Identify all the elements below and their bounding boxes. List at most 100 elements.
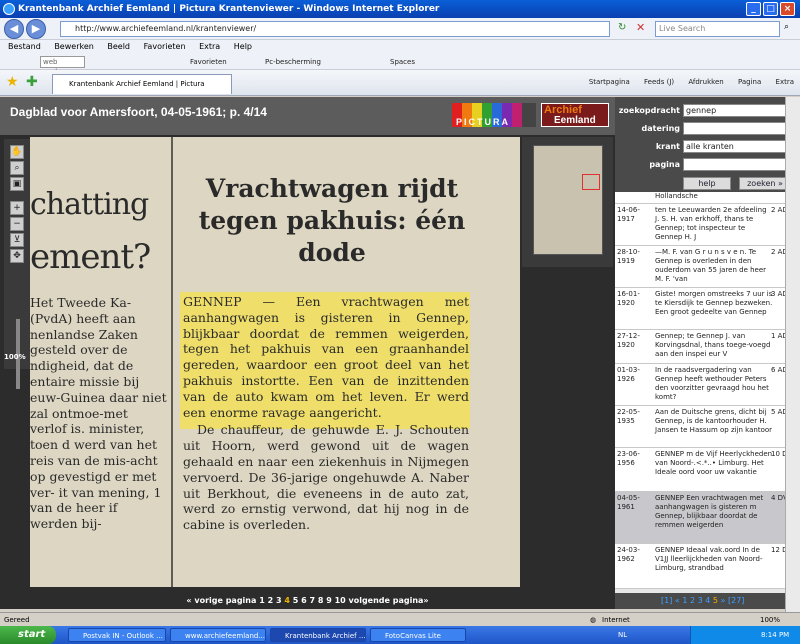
result-row[interactable]: Hollandsche	[615, 192, 800, 204]
results-last[interactable]: [27]	[728, 596, 744, 605]
article-highlight-text: GENNEP — Een vrachtwagen met aanhangwage…	[183, 294, 469, 420]
task-browser[interactable]: www.archiefeemland....	[170, 628, 266, 642]
result-text: Hollandsche	[655, 192, 698, 200]
result-row[interactable]: 01-03-1926 In de raadsvergadering van Gen…	[615, 364, 800, 406]
move-icon[interactable]: ✥	[10, 249, 24, 263]
back-button[interactable]: ◀	[4, 19, 24, 39]
command-bar: Startpagina Feeds (J) Afdrukken Pagina E…	[577, 74, 794, 90]
zoom-icon[interactable]: ⌕	[10, 161, 24, 175]
thumbnail-viewport-marker[interactable]	[582, 174, 600, 190]
links-pc-protection[interactable]: Pc-bescherming	[265, 54, 321, 70]
zoom-out-icon[interactable]: −	[10, 217, 24, 231]
results-page-4[interactable]: 4	[705, 596, 710, 605]
result-text: Gennep; te Gennep J. van Korvingsdnal, t…	[655, 332, 771, 358]
results-prev[interactable]: «	[675, 596, 680, 605]
date-input[interactable]	[683, 122, 794, 135]
result-text: In de raadsvergadering van Gennep heeft …	[655, 366, 769, 401]
web-search-input[interactable]: web zoeken	[40, 56, 85, 76]
cmd-page[interactable]: Pagina	[738, 78, 761, 86]
tab-krantenbank[interactable]: Krantenbank Archief Eemland | Pictura Kr…	[52, 74, 232, 107]
results-page-2[interactable]: 2	[690, 596, 695, 605]
result-row[interactable]: 28-10-1919 —M. F. van G r u n s v e n. Te…	[615, 246, 800, 288]
query-input[interactable]: gennep	[683, 104, 794, 117]
task-krantenbank[interactable]: Krantenbank Archief ...	[270, 628, 366, 642]
menu-beeld[interactable]: Beeld	[107, 42, 130, 51]
archief-eemland-logo[interactable]: Archief Eemland	[541, 103, 609, 127]
results-first[interactable]: [1]	[661, 596, 672, 605]
status-zoom[interactable]: 100%	[760, 613, 780, 627]
window-titlebar: Krantenbank Archief Eemland | Pictura Kr…	[0, 0, 800, 18]
start-button[interactable]: start	[0, 626, 56, 644]
live-search-input[interactable]: Live Search	[655, 21, 780, 37]
task-outlook[interactable]: Postvak IN - Outlook ...	[68, 628, 166, 642]
result-row[interactable]: 14-06-1917 ten te Leeuwarden 2e afdeeling…	[615, 204, 800, 246]
favorites-star-icon[interactable]: ★	[6, 74, 19, 90]
menu-bestand[interactable]: Bestand	[8, 42, 41, 51]
menu-extra[interactable]: Extra	[199, 42, 220, 51]
task-fotocanvas[interactable]: FotoCanvas Lite	[370, 628, 466, 642]
left-headline-2: ement?	[30, 237, 151, 277]
cmd-feeds[interactable]: Feeds (J)	[644, 78, 674, 86]
result-row[interactable]: 16-01-1920 Giste! morgen omstreeks 7 uur …	[615, 288, 800, 330]
minimize-button[interactable]: _	[746, 2, 761, 16]
url-input[interactable]: http://www.archiefeemland.nl/krantenview…	[60, 21, 610, 37]
result-date: 22-05-1935	[617, 408, 640, 425]
links-spaces[interactable]: Spaces	[390, 54, 415, 70]
add-favorite-icon[interactable]: ✚	[26, 74, 38, 90]
pan-hand-icon[interactable]: ✋	[10, 145, 24, 159]
zoom-level: 100%	[4, 353, 26, 361]
page-link-2[interactable]: 2	[268, 596, 274, 605]
refresh-icon[interactable]: ↻	[618, 22, 626, 33]
page-scrollbar[interactable]	[785, 97, 800, 612]
results-page-1[interactable]: 1	[682, 596, 687, 605]
page-link-5[interactable]: 5	[293, 596, 299, 605]
zoom-in-icon[interactable]: +	[10, 201, 24, 215]
cmd-tools[interactable]: Extra	[776, 78, 794, 86]
basket-icon[interactable]: ⊻	[10, 233, 24, 247]
page-input[interactable]	[683, 158, 794, 171]
help-button[interactable]: help	[683, 177, 731, 190]
cmd-home[interactable]: Startpagina	[589, 78, 630, 86]
column-divider	[171, 137, 173, 587]
fit-page-icon[interactable]: ▣	[10, 177, 24, 191]
result-row[interactable]: 22-05-1935 Aan de Duitsche grens, dicht b…	[615, 406, 800, 448]
article-body-text: De chauffeur, de gehuwde E. J. Schouten …	[183, 422, 469, 533]
page-link-8[interactable]: 8	[318, 596, 324, 605]
forward-button[interactable]: ▶	[26, 19, 46, 39]
links-favorites[interactable]: Favorieten	[190, 54, 227, 70]
menu-favorieten[interactable]: Favorieten	[144, 42, 186, 51]
result-row[interactable]: 27-12-1920 Gennep; te Gennep J. van Korvi…	[615, 330, 800, 364]
close-button[interactable]: ×	[780, 2, 795, 16]
result-row[interactable]: 23-06-1956 GENNEP m de Vijf Heerlyckheden…	[615, 448, 800, 492]
results-page-5-current[interactable]: 5	[713, 596, 718, 605]
page-link-9[interactable]: 9	[326, 596, 332, 605]
results-page-3[interactable]: 3	[698, 596, 703, 605]
document-title: Dagblad voor Amersfoort, 04-05-1961; p. …	[10, 105, 267, 119]
page-link-4-current[interactable]: 4	[284, 596, 290, 605]
search-icon[interactable]: ⌕	[784, 22, 789, 32]
maximize-button[interactable]: □	[763, 2, 778, 16]
page-link-10[interactable]: 10	[335, 596, 346, 605]
result-row[interactable]: 24-03-1962 GENNEP Ideaal vak.oord In de V…	[615, 544, 800, 589]
paper-select[interactable]: alle kranten▾	[683, 140, 794, 153]
stop-icon[interactable]: ✕	[636, 21, 645, 34]
prev-page-link[interactable]: « vorige pagina	[186, 596, 256, 605]
page-link-6[interactable]: 6	[301, 596, 307, 605]
page-link-7[interactable]: 7	[309, 596, 315, 605]
result-date: 14-06-1917	[617, 206, 640, 223]
results-next[interactable]: »	[721, 596, 726, 605]
search-button[interactable]: zoeken »	[739, 177, 791, 190]
language-indicator[interactable]: NL	[618, 626, 627, 644]
menu-bewerken[interactable]: Bewerken	[54, 42, 94, 51]
menu-help[interactable]: Help	[234, 42, 252, 51]
result-row-selected[interactable]: 04-05-1961 GENNEP Een vrachtwagen met aan…	[615, 492, 800, 544]
result-text: —M. F. van G r u n s v e n. Te Gennep is…	[655, 248, 767, 283]
page-link-3[interactable]: 3	[276, 596, 282, 605]
newspaper-page[interactable]: chatting ement? Het Tweede Ka-(PvdA) hee…	[30, 137, 520, 587]
page-thumbnail[interactable]	[533, 145, 603, 255]
result-date: 24-03-1962	[617, 546, 640, 563]
next-page-link[interactable]: volgende pagina»	[349, 596, 429, 605]
page-link-1[interactable]: 1	[259, 596, 265, 605]
result-date: 01-03-1926	[617, 366, 640, 383]
cmd-print[interactable]: Afdrukken	[688, 78, 723, 86]
